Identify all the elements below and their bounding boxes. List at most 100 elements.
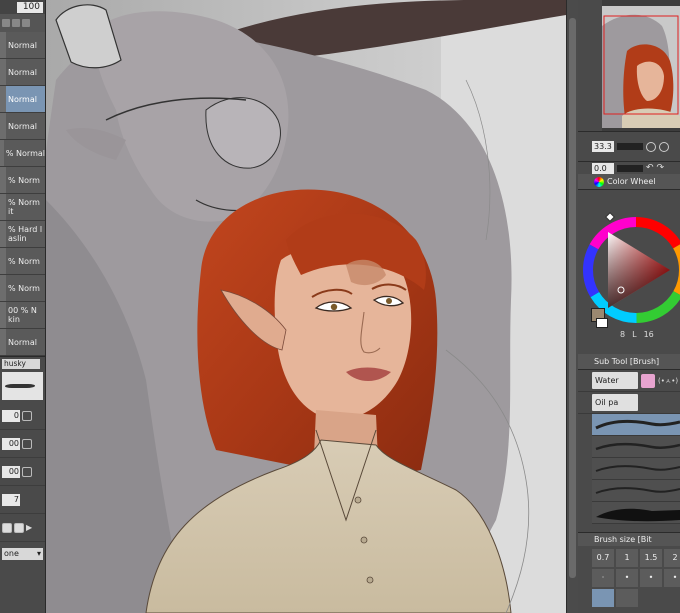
list-icon[interactable] <box>22 466 32 477</box>
sub-tool-oil-button[interactable]: Oil pa <box>592 394 638 411</box>
opacity-input[interactable]: 100 <box>17 1 43 13</box>
color-wheel-area[interactable]: 8 L 16 <box>578 190 680 354</box>
rotate-left-icon[interactable]: ↶ <box>646 163 654 173</box>
color-value-row: 8 L 16 <box>620 330 654 339</box>
property-value[interactable]: 00 <box>2 437 20 450</box>
swatch-icon[interactable] <box>14 522 24 533</box>
square-icon[interactable] <box>22 438 32 449</box>
layer-blend-label: Normal <box>8 121 37 131</box>
swatch-icon[interactable] <box>2 522 12 533</box>
layer-row[interactable]: % Norm <box>0 275 45 302</box>
layer-panel: 100 Normal Normal Normal Normal % Normal… <box>0 0 46 613</box>
layer-list: Normal Normal Normal Normal % Normal % N… <box>0 32 45 356</box>
tool-property-row: 0 <box>0 402 45 430</box>
brush-item[interactable] <box>592 458 680 480</box>
stepper-row: 7 <box>0 486 45 514</box>
layer-blend-label: Normal <box>8 40 37 50</box>
sub-tool-title: Sub Tool [Brush] <box>594 357 660 366</box>
layer-toolbar <box>0 14 45 32</box>
brush-size-grid: 0.7 1 1.5 2 · • • • <box>578 546 680 607</box>
sub-tool-header: Sub Tool [Brush] <box>578 354 680 370</box>
sub-tool-watercolor-button[interactable]: Water <box>592 372 638 389</box>
canvas-scrollbar[interactable] <box>566 0 578 613</box>
navigator-tool-strip <box>578 0 602 131</box>
brush-name-tag[interactable]: husky <box>2 358 40 369</box>
brush-item[interactable] <box>592 436 680 458</box>
brush-stroke-icon <box>595 487 680 494</box>
settings-icon[interactable] <box>22 410 32 421</box>
layer-blend-label: % Norm it <box>8 198 40 216</box>
new-layer-icon[interactable] <box>2 19 10 27</box>
property-value[interactable]: 0 <box>2 409 20 422</box>
brush-size-option[interactable]: 0.7 <box>592 549 614 567</box>
zoom-in-icon[interactable] <box>646 141 656 152</box>
brush-size-option[interactable]: 2 <box>664 549 680 567</box>
layer-row-selected[interactable]: Normal <box>0 86 45 113</box>
brush-list <box>578 414 680 532</box>
scrollbar-thumb[interactable] <box>569 18 576 578</box>
layer-blend-label: % Hard l aslin <box>8 225 43 243</box>
brush-size-option[interactable]: 1 <box>616 549 638 567</box>
brush-item[interactable] <box>592 480 680 502</box>
brush-size-dot[interactable]: • <box>616 569 638 587</box>
layer-row[interactable]: Normal <box>0 59 45 86</box>
sub-tool-custom-button[interactable] <box>641 373 655 388</box>
brush-item-selected[interactable] <box>592 414 680 436</box>
trash-icon[interactable] <box>22 19 30 27</box>
zoom-slider[interactable] <box>617 143 643 150</box>
layer-blend-label: % Norm <box>8 256 40 266</box>
navigator-preview[interactable] <box>602 6 680 128</box>
brush-size-dot[interactable]: • <box>640 569 662 587</box>
brush-size-option[interactable] <box>616 589 638 607</box>
brush-size-title: Brush size [Bit <box>594 535 652 544</box>
layer-blend-label: % Norm <box>8 175 40 185</box>
opacity-row: 100 <box>0 0 45 14</box>
blend-mode-select[interactable]: one <box>2 548 43 560</box>
layer-folder-icon[interactable] <box>12 19 20 27</box>
rotation-slider[interactable] <box>617 164 643 172</box>
brush-size-dot[interactable]: · <box>592 569 614 587</box>
brush-stroke-icon <box>596 508 680 522</box>
layer-row[interactable]: Normal <box>0 113 45 140</box>
brush-stroke-icon <box>595 443 680 451</box>
property-value[interactable]: 00 <box>2 465 20 478</box>
rotation-row: 0.0 ↶ ↷ <box>578 162 680 174</box>
layer-row[interactable]: % Norm <box>0 167 45 194</box>
layer-blend-label: % Normal <box>5 148 45 158</box>
color-wheel-icon <box>594 176 604 187</box>
brush-size-dot[interactable]: • <box>664 569 680 587</box>
app-window: 100 Normal Normal Normal Normal % Normal… <box>0 0 680 613</box>
layer-blend-label: 00 % Nkin <box>8 306 37 324</box>
brush-stroke-icon <box>595 465 680 472</box>
tool-property-row: 00 <box>0 458 45 486</box>
navigator-panel <box>578 0 680 132</box>
layer-row[interactable]: % Norm <box>0 248 45 275</box>
rotate-right-icon[interactable]: ↷ <box>657 163 665 173</box>
brush-size-header: Brush size [Bit <box>578 532 680 546</box>
zoom-out-icon[interactable] <box>659 141 669 152</box>
brush-size-option-selected[interactable] <box>592 589 614 607</box>
layer-row[interactable]: 00 % Nkin <box>0 302 45 329</box>
layer-row[interactable]: % Normal <box>0 140 45 167</box>
layer-blend-label: Normal <box>8 94 37 104</box>
color-wheel-title: Color Wheel <box>607 177 656 186</box>
brush-size-option[interactable]: 1.5 <box>640 549 662 567</box>
sub-color-swatch[interactable] <box>596 318 608 328</box>
right-panel: 33.3 0.0 ↶ ↷ Color Wheel 8 L 16 Sub Tool… <box>578 0 680 613</box>
brush-item[interactable] <box>592 502 680 524</box>
layer-row[interactable]: % Norm it <box>0 194 45 221</box>
layer-blend-label: Normal <box>8 67 37 77</box>
tool-property-row: 00 <box>0 430 45 458</box>
zoom-row: 33.3 <box>578 132 680 162</box>
rotation-value[interactable]: 0.0 <box>592 162 614 174</box>
play-icon[interactable]: ▶ <box>26 523 32 532</box>
stepper-value[interactable]: 7 <box>2 493 20 506</box>
sub-tool-custom-label: (•ㅅ•) <box>658 376 679 385</box>
sub-tool-row: Oil pa <box>578 392 680 414</box>
zoom-value[interactable]: 33.3 <box>592 141 614 152</box>
layer-row[interactable]: % Hard l aslin <box>0 221 45 248</box>
drawing-canvas[interactable] <box>46 0 566 613</box>
brush-tag-row: husky <box>0 356 45 370</box>
layer-row[interactable]: Normal <box>0 329 45 356</box>
layer-row[interactable]: Normal <box>0 32 45 59</box>
